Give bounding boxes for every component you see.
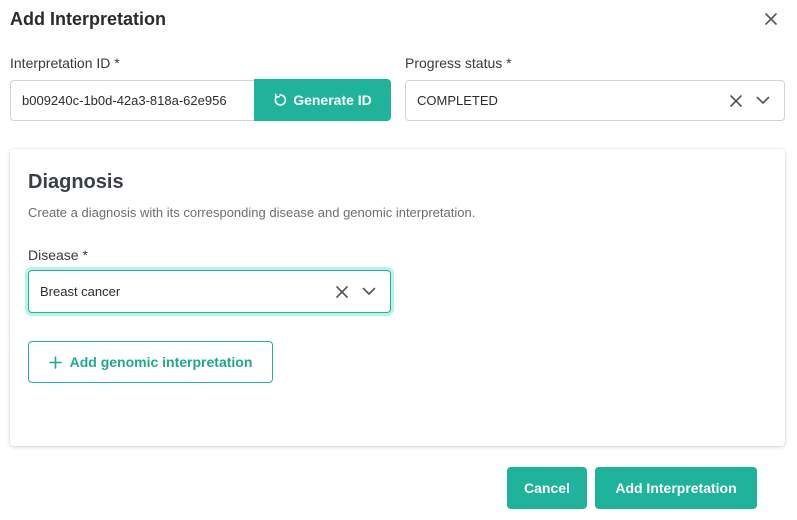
disease-select[interactable]: Breast cancer [28,270,391,313]
clear-icon[interactable] [730,94,742,107]
disease-label: Disease * [28,247,88,263]
dialog-title: Add Interpretation [10,9,166,29]
close-icon [765,13,777,25]
close-button[interactable] [761,9,781,29]
generate-id-label: Generate ID [293,92,372,108]
progress-status-label: Progress status * [405,55,512,71]
progress-status-select[interactable]: COMPLETED [405,80,785,121]
generate-id-button[interactable]: Generate ID [254,79,391,121]
interpretation-id-input[interactable] [10,80,256,121]
chevron-down-icon[interactable] [362,287,376,296]
diagnosis-subtitle: Create a diagnosis with its correspondin… [28,205,476,220]
clear-icon[interactable] [336,285,348,298]
add-genomic-interpretation-button[interactable]: Add genomic interpretation [28,341,273,383]
add-genomic-interpretation-label: Add genomic interpretation [69,354,253,370]
add-interpretation-dialog: Add Interpretation Interpretation ID * G… [0,0,797,520]
diagnosis-card: Diagnosis Create a diagnosis with its co… [10,149,785,446]
chevron-down-icon[interactable] [756,96,770,105]
interpretation-id-label: Interpretation ID * [10,55,120,71]
diagnosis-title: Diagnosis [28,171,124,193]
cancel-button[interactable]: Cancel [507,467,587,509]
progress-status-value: COMPLETED [417,93,498,108]
disease-value: Breast cancer [40,284,121,299]
plus-icon [48,355,62,369]
add-interpretation-button[interactable]: Add Interpretation [595,467,757,509]
refresh-icon [274,93,287,106]
